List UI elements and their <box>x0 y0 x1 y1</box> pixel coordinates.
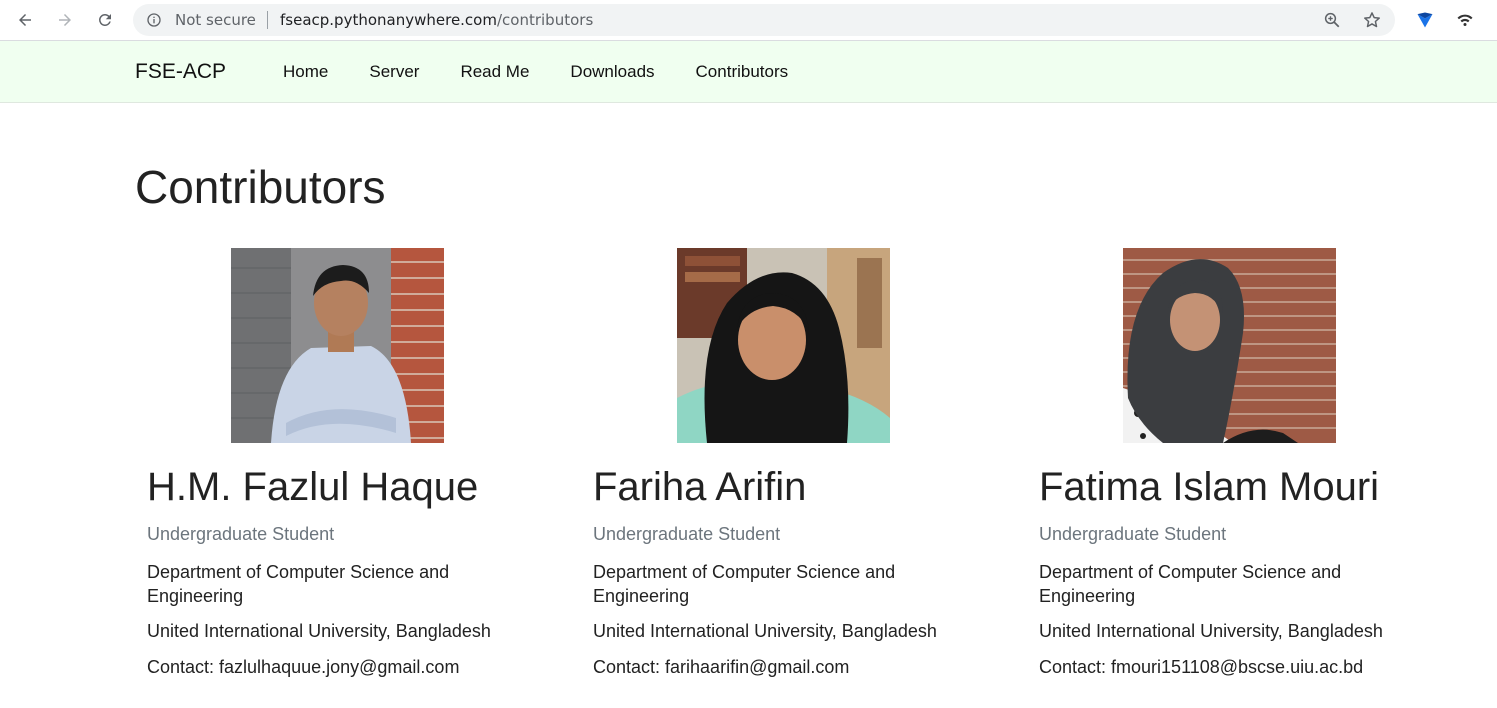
nav-link-read-me[interactable]: Read Me <box>460 62 529 82</box>
contributor-department: Department of Computer Science and Engin… <box>147 562 450 606</box>
star-icon[interactable] <box>1362 10 1382 30</box>
forward-button[interactable] <box>53 8 77 32</box>
zoom-icon[interactable] <box>1323 11 1341 29</box>
contributor-contact[interactable]: Contact: farihaarifin@gmail.com <box>593 657 849 678</box>
contributor-photo <box>677 248 890 443</box>
url-path: /contributors <box>496 11 594 29</box>
arrow-right-icon <box>59 14 71 26</box>
contributor-department: Department of Computer Science and Engin… <box>593 562 896 606</box>
wifi-extension-icon[interactable] <box>1456 11 1474 29</box>
contributor-name: H.M. Fazlul Haque <box>147 465 479 509</box>
brand-link[interactable]: FSE-ACP <box>135 60 226 84</box>
contributor-university: United International University, Banglad… <box>593 621 937 641</box>
nav-link-downloads[interactable]: Downloads <box>570 62 654 82</box>
address-bar[interactable]: Not secure fseacp.pythonanywhere.com/con… <box>133 4 1395 36</box>
contributor-department: Department of Computer Science and Engin… <box>1039 562 1342 606</box>
extension-icon[interactable] <box>1415 10 1435 30</box>
contributor-university: United International University, Banglad… <box>1039 621 1383 641</box>
nav-links: Home Server Read Me Downloads Contributo… <box>283 62 829 82</box>
contributor-contact[interactable]: Contact: fmouri151108@bscse.uiu.ac.bd <box>1039 657 1363 678</box>
page-title: Contributors <box>135 161 386 213</box>
reload-button[interactable] <box>93 8 117 32</box>
url-host: fseacp.pythonanywhere.com <box>280 11 497 29</box>
arrow-left-icon <box>19 14 31 26</box>
security-label: Not secure <box>175 11 256 29</box>
site-navbar: FSE-ACP Home Server Read Me Downloads Co… <box>0 41 1497 103</box>
contributor-role: Undergraduate Student <box>1039 524 1227 544</box>
info-icon[interactable] <box>146 12 162 28</box>
reload-icon <box>99 13 111 26</box>
contributor-name: Fariha Arifin <box>593 465 807 509</box>
url-text[interactable]: fseacp.pythonanywhere.com/contributors <box>280 11 593 29</box>
contributor-contact[interactable]: Contact: fazlulhaquue.jony@gmail.com <box>147 657 459 678</box>
browser-toolbar: Not secure fseacp.pythonanywhere.com/con… <box>0 0 1497 41</box>
back-button[interactable] <box>13 8 37 32</box>
contributor-university: United International University, Banglad… <box>147 621 491 641</box>
contributor-photo <box>231 248 444 443</box>
nav-link-server[interactable]: Server <box>369 62 419 82</box>
nav-link-home[interactable]: Home <box>283 62 328 82</box>
divider <box>267 11 268 29</box>
nav-link-contributors[interactable]: Contributors <box>696 62 789 82</box>
contributor-role: Undergraduate Student <box>147 524 335 544</box>
contributor-photo <box>1123 248 1336 443</box>
contributor-name: Fatima Islam Mouri <box>1039 465 1380 509</box>
contributor-role: Undergraduate Student <box>593 524 781 544</box>
